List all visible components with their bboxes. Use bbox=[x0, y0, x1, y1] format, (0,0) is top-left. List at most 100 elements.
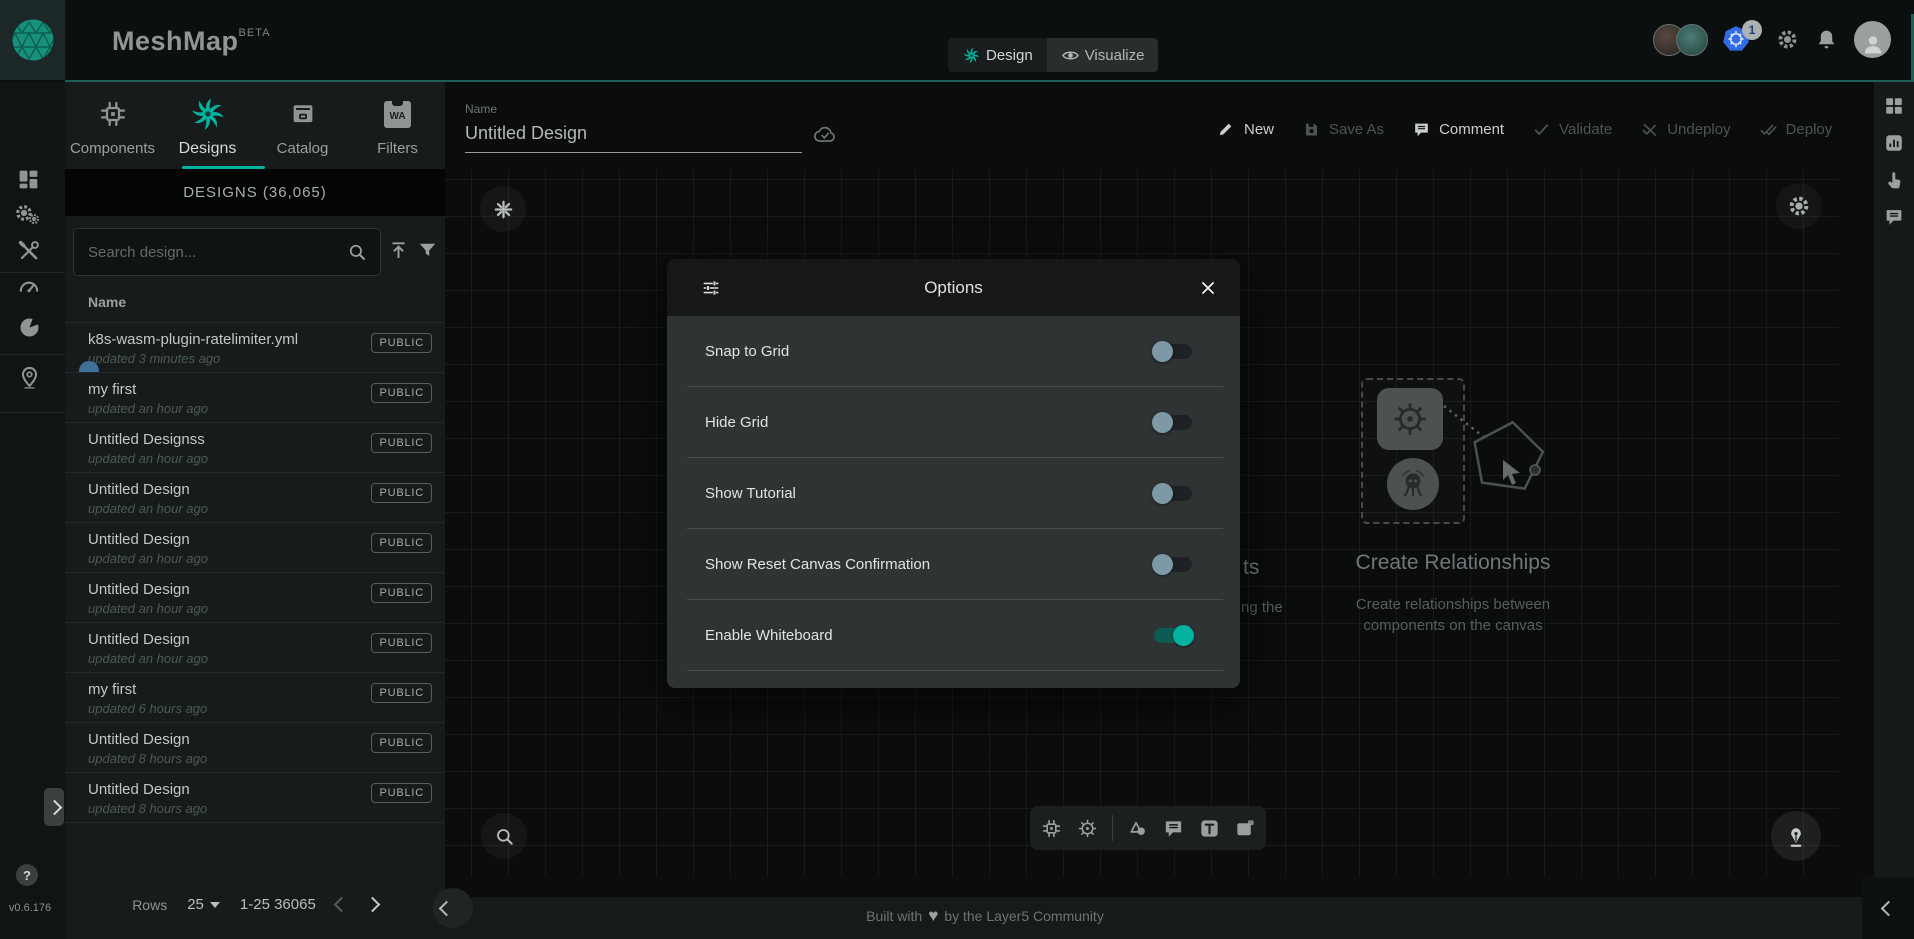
design-list-item[interactable]: Untitled Design updated 8 hours ago PUBL… bbox=[65, 723, 445, 773]
shapes-tool-icon[interactable] bbox=[1126, 817, 1149, 840]
configuration-tools-icon[interactable] bbox=[16, 238, 42, 264]
layer5-logo[interactable] bbox=[0, 0, 65, 80]
designs-count-bar: DESIGNS (36,065) bbox=[65, 169, 445, 216]
heart-icon: ♥ bbox=[928, 906, 938, 926]
search-input[interactable] bbox=[74, 244, 346, 261]
toggle-switch[interactable] bbox=[1154, 557, 1192, 572]
extensions-pie-icon[interactable] bbox=[16, 314, 43, 341]
interact-hand-icon[interactable] bbox=[1883, 169, 1905, 191]
collaborator-avatar-2[interactable] bbox=[1676, 24, 1708, 56]
design-list-item[interactable]: Untitled Design updated an hour ago PUBL… bbox=[65, 523, 445, 573]
canvas-zoom-button[interactable] bbox=[481, 813, 527, 859]
design-list-item[interactable]: Untitled Design updated 8 hours ago PUBL… bbox=[65, 773, 445, 823]
toggle-switch[interactable] bbox=[1154, 486, 1192, 501]
tab-filters[interactable]: WA Filters bbox=[350, 88, 445, 166]
widgets-grid-icon[interactable] bbox=[1883, 95, 1905, 117]
designs-pinwheel-icon bbox=[189, 95, 227, 133]
save-as-button[interactable]: Save As bbox=[1302, 120, 1384, 139]
kubernetes-helm-icon bbox=[1389, 398, 1431, 440]
option-label: Show Tutorial bbox=[705, 485, 1154, 502]
design-updated: updated 8 hours ago bbox=[88, 751, 207, 766]
search-icon[interactable] bbox=[346, 241, 368, 263]
chart-panel-icon[interactable] bbox=[1883, 132, 1905, 154]
design-pinwheel-icon bbox=[962, 46, 981, 65]
toggle-switch[interactable] bbox=[1154, 628, 1192, 643]
user-avatar[interactable] bbox=[1854, 21, 1891, 58]
occluded-body-fragment: ng the bbox=[1241, 599, 1283, 616]
visualize-mode-button[interactable]: Visualize bbox=[1047, 38, 1159, 72]
filter-funnel-icon[interactable] bbox=[416, 239, 439, 262]
design-name-input[interactable] bbox=[465, 121, 802, 153]
visibility-badge: PUBLIC bbox=[371, 783, 432, 803]
cursor-arrow-icon bbox=[1500, 458, 1526, 486]
performance-gauge-icon[interactable] bbox=[16, 274, 42, 300]
toggle-switch[interactable] bbox=[1154, 415, 1192, 430]
lifecycle-icon[interactable] bbox=[13, 202, 35, 224]
design-list-item[interactable]: Untitled Designss updated an hour ago PU… bbox=[65, 423, 445, 473]
right-tool-strip bbox=[1874, 82, 1914, 939]
new-button[interactable]: New bbox=[1217, 120, 1274, 139]
designs-panel: Components Designs Catalog WA Filters bbox=[65, 82, 446, 939]
toggle-switch[interactable] bbox=[1154, 344, 1192, 359]
design-list-item[interactable]: Untitled Design updated an hour ago PUBL… bbox=[65, 623, 445, 673]
visibility-badge: PUBLIC bbox=[371, 483, 432, 503]
kubernetes-tool-icon[interactable] bbox=[1076, 817, 1099, 840]
close-icon[interactable] bbox=[1198, 278, 1218, 298]
validate-button[interactable]: Validate bbox=[1532, 120, 1612, 139]
rail-expand-handle[interactable] bbox=[44, 788, 64, 826]
tutorial-kubernetes-tile bbox=[1377, 388, 1443, 450]
design-updated: updated 6 hours ago bbox=[88, 701, 207, 716]
tab-designs[interactable]: Designs bbox=[160, 88, 255, 166]
design-name: Untitled Design bbox=[88, 781, 190, 798]
dashboard-icon[interactable] bbox=[16, 167, 41, 192]
visibility-badge: PUBLIC bbox=[371, 433, 432, 453]
comment-button[interactable]: Comment bbox=[1412, 120, 1504, 139]
rail-divider bbox=[0, 412, 65, 413]
panel-tabs: Components Designs Catalog WA Filters bbox=[65, 88, 445, 166]
option-label: Enable Whiteboard bbox=[705, 627, 1154, 644]
meshmap-pin-icon[interactable] bbox=[16, 364, 43, 391]
visibility-badge: PUBLIC bbox=[371, 583, 432, 603]
undeploy-button[interactable]: Undeploy bbox=[1640, 120, 1730, 139]
filters-wasm-icon: WA bbox=[384, 101, 411, 128]
design-name: Untitled Design bbox=[88, 581, 190, 598]
person-icon bbox=[1858, 30, 1888, 58]
component-tool-icon[interactable] bbox=[1040, 817, 1063, 840]
upload-design-icon[interactable] bbox=[387, 239, 410, 262]
whiteboard-pen-button[interactable] bbox=[1771, 811, 1821, 861]
design-updated: updated an hour ago bbox=[88, 501, 208, 516]
options-modal-header: Options bbox=[667, 259, 1240, 316]
magnifier-icon bbox=[493, 825, 516, 848]
prev-page-button[interactable] bbox=[334, 897, 350, 913]
design-list-item[interactable]: Untitled Design updated an hour ago PUBL… bbox=[65, 573, 445, 623]
design-list-item[interactable]: k8s-wasm-plugin-ratelimiter.yml updated … bbox=[65, 323, 445, 373]
option-row: Enable Whiteboard bbox=[667, 600, 1240, 671]
image-tool-icon[interactable] bbox=[1234, 817, 1257, 840]
panel-collapse-handle[interactable] bbox=[433, 888, 473, 928]
comments-panel-icon[interactable] bbox=[1883, 206, 1905, 228]
visibility-badge: PUBLIC bbox=[371, 533, 432, 553]
notifications-bell-icon[interactable] bbox=[1814, 27, 1839, 52]
tab-catalog[interactable]: Catalog bbox=[255, 88, 350, 166]
spoke-wheel-icon bbox=[492, 198, 515, 221]
tab-components[interactable]: Components bbox=[65, 88, 160, 166]
comment-tool-icon[interactable] bbox=[1162, 817, 1185, 840]
next-page-button[interactable] bbox=[365, 897, 381, 913]
design-name: Untitled Design bbox=[88, 731, 190, 748]
rows-per-page-select[interactable]: 25 bbox=[187, 896, 220, 913]
design-updated: updated 8 hours ago bbox=[88, 801, 207, 816]
help-button[interactable]: ? bbox=[16, 864, 38, 886]
design-list-item[interactable]: my first updated an hour ago PUBLIC bbox=[65, 373, 445, 423]
design-updated: updated an hour ago bbox=[88, 401, 208, 416]
design-list-item[interactable]: my first updated 6 hours ago PUBLIC bbox=[65, 673, 445, 723]
canvas-settings-button[interactable] bbox=[1776, 183, 1822, 229]
design-list-item[interactable]: Untitled Design updated an hour ago PUBL… bbox=[65, 473, 445, 523]
deploy-button[interactable]: Deploy bbox=[1759, 120, 1833, 139]
canvas-mesh-sync-button[interactable] bbox=[480, 186, 526, 232]
dock-divider bbox=[1112, 815, 1113, 841]
design-mode-button[interactable]: Design bbox=[948, 38, 1047, 72]
text-tool-icon[interactable] bbox=[1198, 817, 1221, 840]
options-modal: Options Snap to Grid Hide Grid Show Tuto… bbox=[667, 259, 1240, 688]
settings-gear-icon[interactable] bbox=[1775, 27, 1800, 52]
collapse-right-handle[interactable] bbox=[1880, 900, 1896, 916]
